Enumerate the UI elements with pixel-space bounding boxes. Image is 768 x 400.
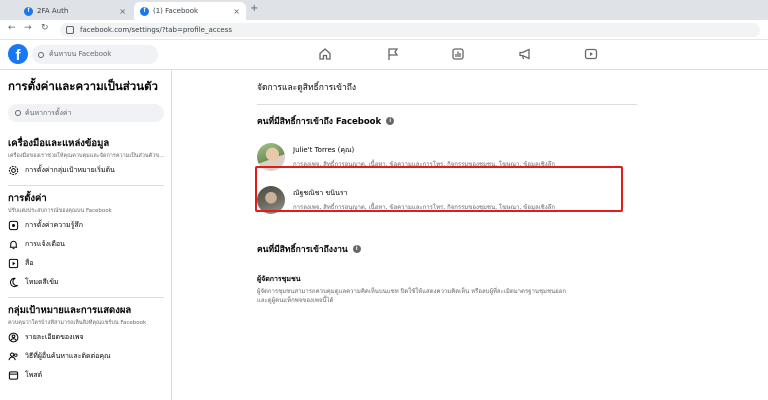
- role-title: ผู้จัดการชุมชน: [257, 275, 301, 283]
- bell-icon: [9, 240, 18, 250]
- tab-facebook[interactable]: f (1) Facebook ×: [134, 2, 246, 20]
- reload-icon[interactable]: ↻: [41, 23, 49, 33]
- new-tab-icon[interactable]: +: [250, 3, 258, 14]
- facebook-logo-icon[interactable]: f: [8, 44, 28, 64]
- section-desc-preferences: ปรับแต่งประสบการณ์ของคุณบน Facebook: [8, 208, 112, 214]
- section-title-tools: เครื่องมือและแหล่งข้อมูล: [8, 138, 110, 149]
- media-icon: [8, 258, 19, 269]
- facebook-search-input[interactable]: ค้นหาบน Facebook: [32, 45, 158, 64]
- profile-icon: [8, 332, 19, 343]
- sidebar-item-label: รายละเอียดของเพจ: [25, 333, 84, 341]
- insights-icon[interactable]: [451, 47, 465, 61]
- facebook-top-nav: f ค้นหาบน Facebook: [0, 40, 768, 70]
- people-icon: [8, 352, 18, 361]
- reaction-icon: [8, 220, 19, 231]
- sidebar-item-label: สื่อ: [25, 259, 34, 267]
- sidebar-item-posts[interactable]: โพสต์: [8, 367, 163, 384]
- section-title-text: คนที่มีสิทธิ์การเข้าถึงงาน: [257, 245, 348, 255]
- close-tab-icon[interactable]: ×: [119, 7, 126, 16]
- post-icon: [8, 371, 19, 380]
- tab-title: (1) Facebook: [153, 7, 199, 15]
- tab-2fa-auth[interactable]: f 2FA Auth ×: [18, 2, 132, 20]
- role-description: ผู้จัดการชุมชนสามารถควบคุมดูแลความคิดเห็…: [257, 288, 566, 305]
- url-input[interactable]: facebook.com/settings/?tab=profile_acces…: [60, 23, 760, 37]
- facebook-favicon-icon: f: [24, 6, 33, 16]
- page-title: จัดการและดูสิทธิ์การเข้าถึง: [257, 83, 357, 93]
- browser-tab-strip: f 2FA Auth × f (1) Facebook × +: [0, 0, 768, 20]
- section-title-task-access: คนที่มีสิทธิ์การเข้าถึงงาน i: [257, 242, 637, 256]
- sidebar-item-find-contact[interactable]: วิธีที่ผู้อื่นค้นหาและติดต่อคุณ: [8, 348, 163, 365]
- highlight-box: [255, 166, 623, 212]
- section-title-preferences: การตั้งค่า: [8, 193, 47, 204]
- sidebar-title: การตั้งค่าและความเป็นส่วนตัว: [8, 79, 159, 93]
- search-icon: [15, 110, 21, 116]
- info-icon[interactable]: i: [386, 117, 395, 125]
- sidebar-item-label: โหมดสีเข้ม: [25, 278, 59, 286]
- home-icon[interactable]: [318, 47, 332, 61]
- settings-sidebar: การตั้งค่าและความเป็นส่วนตัว ค้นหาการตั้…: [0, 70, 172, 400]
- sidebar-item-reactions[interactable]: การตั้งค่าความรู้สึก: [8, 217, 163, 234]
- flag-icon[interactable]: [386, 47, 400, 61]
- info-icon[interactable]: i: [352, 245, 361, 253]
- search-placeholder: ค้นหาบน Facebook: [49, 50, 112, 58]
- main-content: จัดการและดูสิทธิ์การเข้าถึง คนที่มีสิทธิ…: [173, 70, 768, 400]
- gear-icon: [8, 165, 19, 176]
- sidebar-item-page-details[interactable]: รายละเอียดของเพจ: [8, 329, 163, 346]
- facebook-favicon-icon: f: [140, 6, 149, 16]
- megaphone-icon[interactable]: [518, 47, 532, 61]
- divider: [257, 104, 637, 105]
- sidebar-divider: [8, 297, 164, 298]
- sidebar-item-notifications[interactable]: การแจ้งเตือน: [8, 236, 163, 253]
- section-desc-tools: เครื่องมือของเราช่วยให้คุณควบคุมและจัดกา…: [8, 153, 166, 159]
- section-desc-audience: ควบคุมว่าใครบ้างที่สามารถเห็นสิ่งที่คุณแ…: [8, 320, 147, 326]
- settings-search-placeholder: ค้นหาการตั้งค่า: [25, 108, 72, 117]
- section-title-facebook-access: คนที่มีสิทธิ์การเข้าถึง Facebook i: [257, 114, 637, 128]
- moon-icon: [10, 277, 18, 288]
- sidebar-item-label: วิธีที่ผู้อื่นค้นหาและติดต่อคุณ: [25, 352, 111, 360]
- video-icon[interactable]: [584, 47, 598, 61]
- sidebar-item-label: โพสต์: [25, 371, 43, 379]
- site-info-icon[interactable]: [66, 26, 74, 34]
- person-name: Julie't Torres (คุณ): [293, 146, 355, 154]
- close-tab-icon[interactable]: ×: [233, 7, 240, 16]
- section-title-audience: กลุ่มเป้าหมายและการแสดงผล: [8, 305, 132, 316]
- url-text: facebook.com/settings/?tab=profile_acces…: [80, 26, 233, 34]
- sidebar-item-default-audience[interactable]: การตั้งค่ากลุ่มเป้าหมายเริ่มต้น: [8, 162, 163, 179]
- sidebar-item-media[interactable]: สื่อ: [8, 255, 163, 272]
- forward-arrow-icon[interactable]: →: [24, 23, 32, 33]
- sidebar-item-dark-mode[interactable]: โหมดสีเข้ม: [8, 274, 163, 291]
- browser-address-bar: ← → ↻ facebook.com/settings/?tab=profile…: [0, 20, 768, 40]
- sidebar-item-label: การตั้งค่าความรู้สึก: [25, 221, 83, 229]
- section-title-text: คนที่มีสิทธิ์การเข้าถึง Facebook: [257, 117, 382, 127]
- tab-title: 2FA Auth: [37, 7, 69, 15]
- search-icon: [38, 51, 44, 58]
- sidebar-item-label: การตั้งค่ากลุ่มเป้าหมายเริ่มต้น: [25, 166, 115, 174]
- settings-search-input[interactable]: ค้นหาการตั้งค่า: [8, 104, 164, 122]
- sidebar-divider: [8, 185, 164, 186]
- back-arrow-icon[interactable]: ←: [8, 23, 16, 33]
- sidebar-item-label: การแจ้งเตือน: [25, 240, 65, 248]
